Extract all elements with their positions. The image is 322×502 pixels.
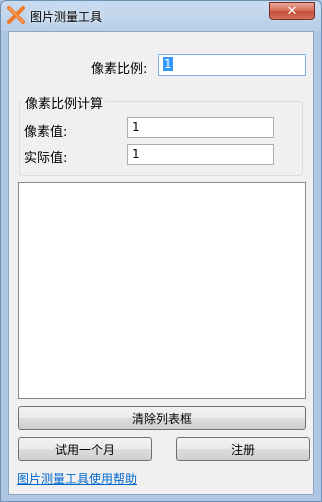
client-area: 像素比例: 1 像素比例计算 像素值: 1 实际值: 1 清除列表框 试用一个月… [8, 31, 314, 495]
close-icon: ✕ [286, 3, 298, 19]
pixel-value-input[interactable]: 1 [127, 117, 274, 138]
app-window: 图片测量工具 ✕ 像素比例: 1 像素比例计算 像素值: 1 实际值: 1 清除… [0, 0, 322, 502]
pixel-value-input-text: 1 [132, 120, 140, 134]
title-bar[interactable]: 图片测量工具 ✕ [1, 1, 321, 31]
window-title: 图片测量工具 [30, 10, 103, 24]
scale-input[interactable]: 1 [158, 54, 306, 76]
help-link[interactable]: 图片测量工具使用帮助 [17, 470, 137, 487]
trial-button[interactable]: 试用一个月 [18, 437, 152, 461]
pixel-value-label: 像素值: [24, 125, 68, 140]
scale-label: 像素比例: [91, 62, 148, 77]
actual-value-input[interactable]: 1 [127, 144, 274, 165]
x-logo-icon [7, 6, 25, 24]
actual-value-label: 实际值: [24, 151, 68, 166]
clear-list-button[interactable]: 清除列表框 [18, 406, 306, 430]
scale-input-value: 1 [163, 57, 173, 71]
results-listbox[interactable] [18, 182, 306, 399]
close-button[interactable]: ✕ [269, 2, 315, 20]
scale-calc-group-title: 像素比例计算 [23, 93, 106, 112]
register-button[interactable]: 注册 [176, 437, 310, 461]
actual-value-input-text: 1 [132, 147, 140, 161]
